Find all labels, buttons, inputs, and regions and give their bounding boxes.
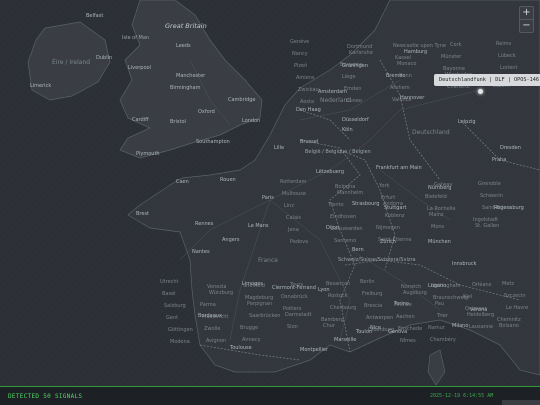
terrain-texture	[0, 0, 540, 386]
attribution-box	[502, 400, 540, 405]
zoom-control: + −	[519, 6, 534, 33]
status-timestamp: 2025-12-19 6:14:55 AM	[430, 393, 494, 399]
zoom-out-button[interactable]: −	[520, 19, 533, 32]
signal-marker[interactable]	[478, 89, 483, 94]
status-bar: DETECTED 50 SIGNALS 2025-12-19 6:14:55 A…	[0, 386, 540, 405]
map-canvas[interactable]: Great Britain Éire / Ireland Isle of Man…	[0, 0, 540, 386]
map-tiles	[0, 0, 540, 386]
zoom-in-button[interactable]: +	[520, 7, 533, 19]
signal-tooltip: Deutschlandfunk | DLF | OPOS-146	[434, 74, 540, 86]
signal-count: DETECTED 50 SIGNALS	[8, 393, 83, 400]
